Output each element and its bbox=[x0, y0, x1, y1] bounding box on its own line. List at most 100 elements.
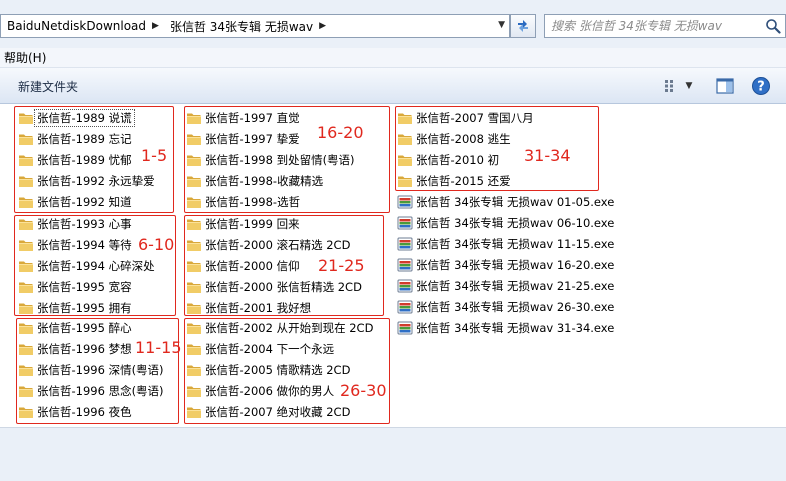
item-label: 张信哲-1989 忧郁 bbox=[37, 153, 132, 167]
annotation-label: 31-34 bbox=[524, 146, 571, 165]
folder-icon bbox=[19, 282, 33, 293]
file-list-pane[interactable]: 张信哲-1989 说谎 张信哲-1989 忘记 张信哲-1989 忧郁 张信哲-199… bbox=[0, 104, 786, 428]
change-view-button[interactable]: ▼ bbox=[656, 76, 700, 96]
folder-item[interactable]: 张信哲-1992 知道 bbox=[18, 192, 132, 212]
annotation-label: 26-30 bbox=[340, 381, 387, 400]
new-folder-button[interactable]: 新建文件夹 bbox=[10, 76, 86, 96]
folder-icon bbox=[398, 155, 412, 166]
search-box[interactable] bbox=[544, 14, 786, 38]
file-item[interactable]: 张信哲 34张专辑 无损wav 01-05.exe bbox=[397, 192, 614, 212]
folder-item[interactable]: 张信哲-2015 还爱 bbox=[397, 171, 511, 191]
folder-item[interactable]: 张信哲-1996 夜色 bbox=[18, 402, 132, 422]
breadcrumb-root[interactable]: BaiduNetdiskDownload ▶ bbox=[1, 15, 164, 37]
folder-item[interactable]: 张信哲-1997 直觉 bbox=[186, 108, 300, 128]
folder-item[interactable]: 张信哲-2006 做你的男人 bbox=[186, 381, 334, 401]
folder-item[interactable]: 张信哲-1996 深情(粤语) bbox=[18, 360, 164, 380]
folder-item[interactable]: 张信哲-1999 回来 bbox=[186, 214, 300, 234]
item-label: 张信哲-1998-收藏精选 bbox=[205, 174, 324, 188]
folder-item[interactable]: 张信哲-2005 情歌精选 2CD bbox=[186, 360, 350, 380]
address-bar[interactable]: BaiduNetdiskDownload ▶ 张信哲 34张专辑 无损wav ▶… bbox=[0, 14, 510, 38]
item-label: 张信哲 34张专辑 无损wav 11-15.exe bbox=[416, 237, 615, 251]
folder-icon bbox=[19, 197, 33, 208]
folder-icon bbox=[19, 134, 33, 145]
chevron-down-icon[interactable]: ▼ bbox=[686, 81, 693, 91]
folder-item[interactable]: 张信哲-1989 忧郁 bbox=[18, 150, 132, 170]
item-label: 张信哲-2000 滚石精选 2CD bbox=[205, 238, 351, 252]
annotation-label: 21-25 bbox=[318, 256, 365, 275]
folder-item[interactable]: 张信哲-2000 张信哲精选 2CD bbox=[186, 277, 362, 297]
folder-item[interactable]: 张信哲-2007 绝对收藏 2CD bbox=[186, 402, 350, 422]
folder-item[interactable]: 张信哲-1993 心事 bbox=[18, 214, 132, 234]
installer-icon bbox=[397, 300, 413, 314]
menu-help[interactable]: 帮助(H) bbox=[2, 49, 48, 66]
folder-icon bbox=[187, 261, 201, 272]
breadcrumb-current[interactable]: 张信哲 34张专辑 无损wav ▶ bbox=[164, 15, 331, 37]
folder-item[interactable]: 张信哲-1998 到处留情(粤语) bbox=[186, 150, 355, 170]
folder-icon bbox=[19, 176, 33, 187]
annotation-label: 16-20 bbox=[317, 123, 364, 142]
file-item[interactable]: 张信哲 34张专辑 无损wav 21-25.exe bbox=[397, 276, 614, 296]
search-icon[interactable] bbox=[765, 18, 781, 34]
folder-item[interactable]: 张信哲-2007 雪国八月 bbox=[397, 108, 534, 128]
item-label: 张信哲 34张专辑 无损wav 06-10.exe bbox=[416, 216, 615, 230]
item-label: 张信哲-1989 忘记 bbox=[37, 132, 132, 146]
item-label: 张信哲-1996 夜色 bbox=[37, 405, 132, 419]
chevron-right-icon[interactable]: ▶ bbox=[317, 21, 331, 31]
help-button[interactable]: ? bbox=[750, 75, 772, 97]
refresh-icon bbox=[518, 20, 528, 32]
installer-icon bbox=[397, 195, 413, 209]
folder-item[interactable]: 张信哲-1995 拥有 bbox=[18, 298, 132, 318]
item-label: 张信哲-1998 到处留情(粤语) bbox=[205, 153, 355, 167]
folder-item[interactable]: 张信哲-2010 初 bbox=[397, 150, 499, 170]
folder-icon bbox=[187, 365, 201, 376]
search-input[interactable] bbox=[545, 19, 755, 33]
folder-item[interactable]: 张信哲-2000 滚石精选 2CD bbox=[186, 235, 350, 255]
folder-item[interactable]: 张信哲-1998-收藏精选 bbox=[186, 171, 323, 191]
help-icon: ? bbox=[752, 77, 770, 95]
folder-item[interactable]: 张信哲-2000 信仰 bbox=[186, 256, 300, 276]
item-label: 张信哲-2006 做你的男人 bbox=[205, 384, 335, 398]
folder-item[interactable]: 张信哲-1995 宽容 bbox=[18, 277, 132, 297]
folder-icon bbox=[187, 240, 201, 251]
refresh-button[interactable] bbox=[510, 14, 536, 38]
folder-item[interactable]: 张信哲-1989 说谎 bbox=[18, 108, 135, 128]
folder-icon bbox=[398, 176, 412, 187]
folder-item[interactable]: 张信哲-2002 从开始到现在 2CD bbox=[186, 318, 373, 338]
folder-item[interactable]: 张信哲-1996 思念(粤语) bbox=[18, 381, 164, 401]
annotation-label: 1-5 bbox=[141, 146, 168, 165]
folder-item[interactable]: 张信哲-1994 心碎深处 bbox=[18, 256, 155, 276]
item-label: 张信哲-2000 张信哲精选 2CD bbox=[205, 280, 362, 294]
folder-icon bbox=[187, 197, 201, 208]
file-item[interactable]: 张信哲 34张专辑 无损wav 11-15.exe bbox=[397, 234, 614, 254]
item-label: 张信哲-1989 说谎 bbox=[34, 109, 135, 127]
folder-item[interactable]: 张信哲-1989 忘记 bbox=[18, 129, 132, 149]
preview-pane-button[interactable] bbox=[714, 76, 736, 96]
breadcrumb-label: BaiduNetdiskDownload bbox=[7, 19, 147, 33]
file-item[interactable]: 张信哲 34张专辑 无损wav 31-34.exe bbox=[397, 318, 614, 338]
folder-item[interactable]: 张信哲-1994 等待 bbox=[18, 235, 132, 255]
file-item[interactable]: 张信哲 34张专辑 无损wav 26-30.exe bbox=[397, 297, 614, 317]
chevron-right-icon[interactable]: ▶ bbox=[150, 21, 164, 31]
item-label: 张信哲 34张专辑 无损wav 31-34.exe bbox=[416, 321, 615, 335]
status-area bbox=[0, 428, 786, 481]
item-label: 张信哲-1993 心事 bbox=[37, 217, 132, 231]
item-label: 张信哲-1995 宽容 bbox=[37, 280, 132, 294]
chevron-down-icon[interactable]: ▼ bbox=[498, 20, 505, 30]
file-item[interactable]: 张信哲 34张专辑 无损wav 06-10.exe bbox=[397, 213, 614, 233]
folder-item[interactable]: 张信哲-1997 挚爱 bbox=[186, 129, 300, 149]
folder-item[interactable]: 张信哲-1995 醉心 bbox=[18, 318, 132, 338]
folder-icon bbox=[19, 407, 33, 418]
item-label: 张信哲-1992 永远挚爱 bbox=[37, 174, 155, 188]
item-label: 张信哲-1992 知道 bbox=[37, 195, 132, 209]
item-label: 张信哲-1996 思念(粤语) bbox=[37, 384, 164, 398]
folder-item[interactable]: 张信哲-1996 梦想 bbox=[18, 339, 132, 359]
folder-item[interactable]: 张信哲-2004 下一个永远 bbox=[186, 339, 334, 359]
folder-item[interactable]: 张信哲-2001 我好想 bbox=[186, 298, 311, 318]
file-item[interactable]: 张信哲 34张专辑 无损wav 16-20.exe bbox=[397, 255, 614, 275]
folder-icon bbox=[187, 386, 201, 397]
folder-item[interactable]: 张信哲-1992 永远挚爱 bbox=[18, 171, 155, 191]
folder-item[interactable]: 张信哲-1998-选哲 bbox=[186, 192, 300, 212]
folder-icon bbox=[187, 344, 201, 355]
item-label: 张信哲-2008 逃生 bbox=[416, 132, 511, 146]
folder-item[interactable]: 张信哲-2008 逃生 bbox=[397, 129, 511, 149]
